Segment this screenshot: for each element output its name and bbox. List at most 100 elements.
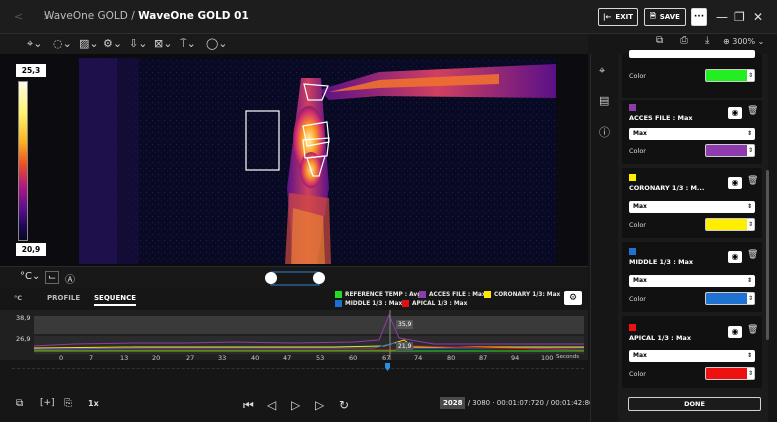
x-tick: 20 — [152, 354, 161, 362]
zoom-dropdown[interactable]: ⊕ 300% ⌄ — [723, 37, 764, 46]
roi-mode-select[interactable]: Max ⇕ — [629, 350, 755, 362]
snapshot-icon[interactable]: ⧉ — [16, 398, 23, 409]
copy-icon[interactable]: ⧉ — [656, 35, 663, 46]
restore-button[interactable]: ❐ — [734, 10, 745, 24]
frame-plus-icon[interactable]: [+] — [40, 398, 55, 408]
y-axis-high: 38,9 — [16, 314, 31, 322]
x-tick: 80 — [447, 354, 456, 362]
palette-tool-dropdown[interactable]: ⍑⌄ — [180, 37, 196, 51]
timeline-range-selector[interactable] — [262, 269, 332, 287]
legend-swatch — [484, 291, 491, 298]
color-picker[interactable]: ⇕ — [705, 367, 755, 380]
legend-swatch — [402, 300, 409, 307]
legend-label: REFERENCE TEMP : Avg — [345, 291, 422, 298]
cursor-value-bottom: 21,9 — [396, 342, 414, 351]
color-picker[interactable]: ⇕ — [705, 69, 755, 82]
zoom-icon: ⊕ — [723, 37, 733, 46]
x-tick: 7 — [89, 354, 94, 362]
color-label: Color — [629, 370, 646, 378]
color-picker-arrow: ⇕ — [747, 368, 754, 379]
download-icon[interactable]: ⤓ — [705, 35, 709, 46]
thermal-image[interactable] — [79, 58, 556, 264]
frame-timeline[interactable] — [12, 363, 584, 382]
frame-time: · 00:01:07:720 / 00:01:42:867 — [492, 399, 598, 407]
color-picker[interactable]: ⇕ — [705, 218, 755, 231]
legend-apical: APICAL 1/3 : Max — [402, 300, 467, 307]
roi-mode-select[interactable]: Max ⇕ — [629, 275, 755, 287]
y-axis-low: 26,9 — [16, 335, 31, 343]
trash-icon[interactable]: 🗑 — [747, 325, 758, 335]
scale-min-value[interactable]: 20,9 — [16, 243, 46, 256]
crop-tool-dropdown[interactable]: ⊠⌄ — [154, 37, 172, 50]
roi-color-swatch — [629, 324, 636, 331]
visibility-eye-icon[interactable]: ◉ — [728, 107, 742, 119]
select-arrow-icon: ⇕ — [746, 277, 752, 284]
zoom-value: 300% — [732, 37, 756, 46]
x-tick: 13 — [120, 354, 129, 362]
visibility-eye-icon[interactable]: ◉ — [728, 251, 742, 263]
step-forward-icon[interactable]: ▷ — [315, 398, 324, 412]
export-icon[interactable]: ⎙ — [680, 35, 688, 46]
roi-mode-select[interactable] — [629, 50, 755, 58]
breadcrumb-project[interactable]: WaveOne GOLD / — [44, 10, 138, 22]
target-icon[interactable]: ⌖ — [599, 64, 605, 78]
roi-mode-select[interactable]: Max ⇕ — [629, 128, 755, 140]
panel-scrollbar[interactable] — [766, 170, 769, 340]
frame-total: / 3080 — [467, 399, 491, 407]
trash-icon[interactable]: 🗑 — [747, 176, 758, 186]
unit-dropdown[interactable]: °C⌄ — [20, 271, 40, 282]
color-picker[interactable]: ⇕ — [705, 292, 755, 305]
graph-settings-button[interactable]: ⚙ — [564, 291, 582, 305]
tab-sequence[interactable]: SEQUENCE — [94, 294, 137, 306]
close-button[interactable]: ✕ — [753, 10, 763, 24]
done-button[interactable]: DONE — [628, 397, 761, 411]
color-picker[interactable]: ⇕ — [705, 144, 755, 157]
visibility-eye-icon[interactable]: ◉ — [728, 326, 742, 338]
settings-tool-dropdown[interactable]: ⚙⌄ — [103, 37, 122, 50]
trash-icon[interactable]: 🗑 — [747, 250, 758, 260]
side-icon-bar: ⌖ ▤ ⓘ — [590, 54, 618, 422]
exit-label: EXIT — [615, 13, 633, 21]
measure-tool-dropdown[interactable]: ⌖⌄ — [27, 37, 42, 51]
chart-icon[interactable]: ⌙ — [45, 271, 60, 284]
temperature-tool-dropdown[interactable]: ⇩⌄ — [129, 37, 147, 50]
legend-coronary: CORONARY 1/3: Max — [484, 291, 560, 298]
x-tick: 67 — [382, 354, 391, 362]
roi-card-apical: APICAL 1/3 : Max ◉ 🗑 Max ⇕ Color ⇕ — [622, 316, 762, 388]
select-arrow-icon: ⇕ — [746, 352, 752, 359]
legend-swatch — [419, 291, 426, 298]
replay-icon[interactable]: ↻ — [339, 398, 349, 412]
x-axis: 0 7 13 20 27 33 40 47 53 60 67 74 80 87 … — [0, 352, 588, 364]
playhead-marker[interactable] — [385, 363, 390, 371]
scale-max-value[interactable]: 25,3 — [16, 64, 46, 77]
image-tool-dropdown[interactable]: ▨⌄ — [79, 37, 99, 50]
save-button[interactable]: 🗎 SAVE — [644, 8, 686, 26]
roi-mode-select[interactable]: Max ⇕ — [629, 201, 755, 213]
color-picker-arrow: ⇕ — [747, 145, 754, 156]
info-icon[interactable]: ⓘ — [599, 124, 610, 140]
skip-start-icon[interactable]: ⏮ — [243, 398, 254, 413]
select-arrow-icon: ⇕ — [746, 203, 752, 210]
shape-tool-dropdown[interactable]: ◌⌄ — [53, 37, 72, 50]
visibility-eye-icon[interactable]: ◉ — [728, 177, 742, 189]
range-end-handle — [313, 272, 325, 284]
more-options-button[interactable]: ··· — [691, 8, 707, 26]
thermal-picture — [79, 58, 556, 264]
playback-speed[interactable]: 1x — [88, 399, 99, 408]
exit-button[interactable]: |← EXIT — [598, 8, 638, 26]
trash-icon[interactable]: 🗑 — [747, 106, 758, 116]
auto-scale-icon[interactable]: Ⓐ — [65, 271, 75, 286]
circle-tool-dropdown[interactable]: ◯⌄ — [206, 37, 228, 50]
frame-current[interactable]: 2028 — [440, 397, 466, 409]
play-icon[interactable]: ▷ — [291, 398, 300, 412]
minimize-button[interactable]: — — [716, 10, 728, 24]
roi-card-reference: Color ⇕ — [622, 50, 762, 98]
list-icon[interactable]: ▤ — [599, 94, 609, 107]
title-bar: < > WaveOne GOLD / WaveOne GOLD 01 |← EXI… — [0, 0, 777, 34]
copy-frame-icon[interactable]: ⎘ — [64, 398, 72, 409]
roi-color-swatch — [629, 104, 636, 111]
color-label: Color — [629, 221, 646, 229]
tab-profile[interactable]: PROFILE — [47, 294, 80, 302]
roi-color-swatch — [629, 174, 636, 181]
step-back-icon[interactable]: ◁ — [267, 398, 276, 412]
